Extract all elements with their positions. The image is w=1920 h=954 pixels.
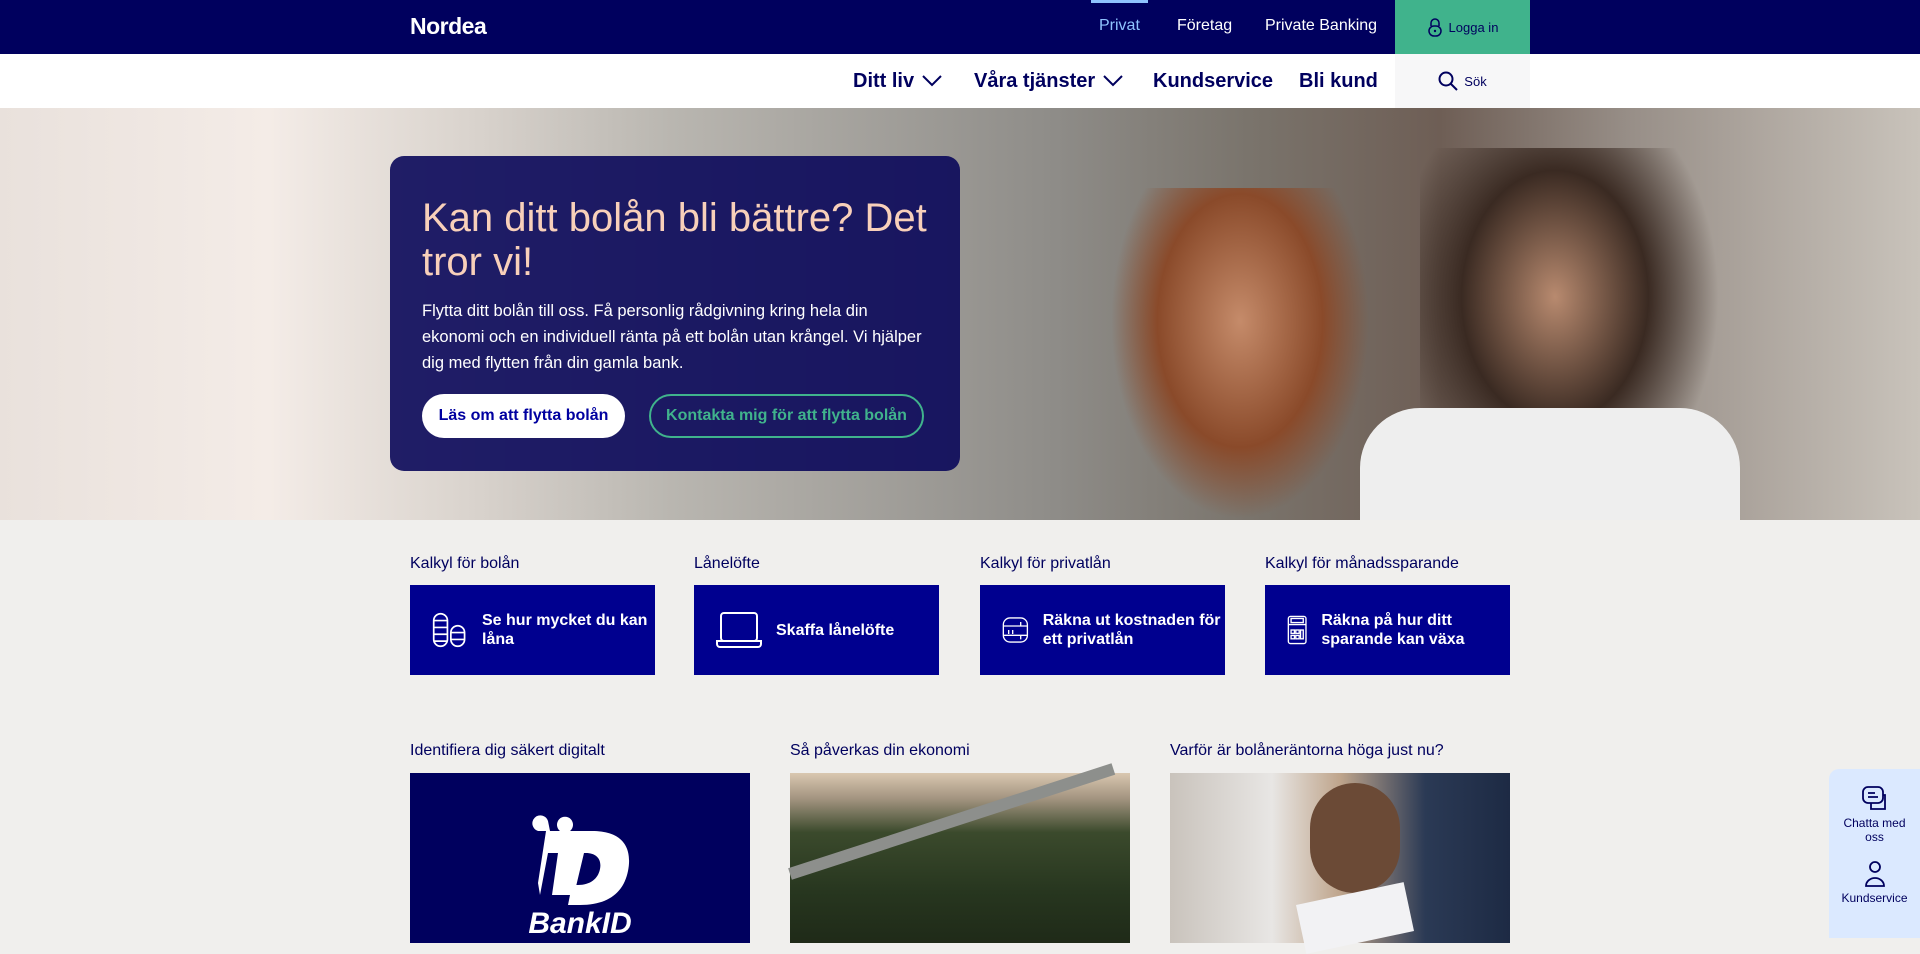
- nav-kundservice[interactable]: Kundservice: [1153, 54, 1273, 108]
- top-bar: Nordea Privat Företag Private Banking Lo…: [0, 0, 1920, 54]
- tool-tile-personal-loan-calc[interactable]: Räkna ut kostnaden för ett privatlån: [980, 585, 1225, 675]
- nav-ditt-liv[interactable]: Ditt liv: [853, 54, 942, 108]
- tool-tile-text: Se hur mycket du kan låna: [482, 612, 648, 648]
- chevron-down-icon: [1103, 75, 1123, 87]
- tool-label: Kalkyl för privatlån: [980, 555, 1111, 572]
- customer-service-label: Kundservice: [1841, 891, 1908, 905]
- tool-tile-mortgage-calc[interactable]: Se hur mycket du kan låna: [410, 585, 655, 675]
- highway-forest-image[interactable]: [788, 763, 1130, 943]
- coins-icon: [432, 612, 466, 648]
- article-mortgage-rates[interactable]: Varför är bolåneräntorna höga just nu?: [1170, 742, 1510, 954]
- search-icon: [1438, 71, 1459, 91]
- article-bankid[interactable]: Identifiera dig säkert digitalt BankID: [410, 742, 750, 943]
- hero-photo-shirt: [1360, 408, 1740, 520]
- hero-card: Kan ditt bolån bli bättre? Det tror vi! …: [390, 156, 960, 471]
- nordea-logo[interactable]: Nordea: [410, 13, 487, 40]
- login-label: Logga in: [1448, 19, 1499, 35]
- read-about-moving-mortgage-button[interactable]: Läs om att flytta bolån: [422, 394, 625, 438]
- hero-banner: [0, 108, 1920, 520]
- tool-tile-loan-promise[interactable]: Skaffa lånelöfte: [694, 585, 939, 675]
- nav-label: Ditt liv: [853, 70, 915, 92]
- search-button[interactable]: Sök: [1395, 54, 1530, 108]
- search-label: Sök: [1464, 73, 1487, 89]
- bridge-shape: [788, 763, 1116, 880]
- calculator-icon: [1287, 615, 1307, 645]
- nav-label: Våra tjänster: [974, 70, 1096, 92]
- worried-woman-image[interactable]: [1170, 773, 1510, 954]
- customer-service-button[interactable]: Kundservice: [1829, 844, 1920, 905]
- lock-icon: [1427, 18, 1442, 37]
- nav-vara-tjanster[interactable]: Våra tjänster: [974, 54, 1123, 108]
- article-label: Identifiera dig säkert digitalt: [410, 742, 605, 759]
- hero-body: Flytta ditt bolån till oss. Få personlig…: [422, 302, 922, 372]
- tool-label: Kalkyl för bolån: [410, 555, 520, 572]
- main-nav: Ditt liv Våra tjänster Kundservice Bli k…: [0, 54, 1920, 108]
- segment-private-banking[interactable]: Private Banking: [1265, 0, 1377, 54]
- article-label: Varför är bolåneräntorna höga just nu?: [1170, 742, 1444, 759]
- tool-label: Kalkyl för månadssparande: [1265, 555, 1459, 572]
- sliders-icon: [1002, 617, 1029, 643]
- chat-widget: Chatta med oss Kundservice: [1829, 769, 1920, 938]
- login-button[interactable]: Logga in: [1395, 0, 1530, 54]
- tool-column: Kalkyl för bolån Se hur mycket du kan lå…: [410, 555, 655, 675]
- chat-bubble-icon: [1861, 786, 1886, 810]
- article-label: Så påverkas din ekonomi: [790, 742, 970, 759]
- tool-column: Kalkyl för privatlån Räkna ut kostnaden …: [980, 555, 1225, 675]
- person-icon: [1864, 861, 1885, 887]
- tool-tile-savings-calc[interactable]: Räkna på hur ditt sparande kan växa: [1265, 585, 1510, 675]
- bankid-logo-image[interactable]: BankID: [410, 773, 750, 943]
- tool-label: Lånelöfte: [694, 555, 760, 572]
- hero-title: Kan ditt bolån bli bättre? Det tror vi!: [422, 196, 927, 284]
- woman-shape: [1310, 783, 1400, 893]
- segment-privat[interactable]: Privat: [1091, 0, 1148, 54]
- chevron-down-icon: [922, 75, 942, 87]
- tool-column: Lånelöfte Skaffa lånelöfte: [694, 555, 939, 675]
- tool-column: Kalkyl för månadssparande Räkna på hur d…: [1265, 555, 1510, 675]
- bankid-logo-text: BankID: [528, 907, 631, 940]
- segment-foretag[interactable]: Företag: [1177, 0, 1232, 54]
- nav-bli-kund[interactable]: Bli kund: [1299, 54, 1378, 108]
- chat-button[interactable]: Chatta med oss: [1829, 769, 1920, 844]
- laptop-icon: [716, 612, 762, 648]
- chat-label: Chatta med oss: [1843, 816, 1906, 844]
- paper-shape: [1296, 882, 1414, 954]
- tool-tile-text: Skaffa lånelöfte: [776, 621, 895, 639]
- tool-tile-text: Räkna ut kostnaden för ett privatlån: [1042, 612, 1221, 648]
- hero-photo-woman: [1110, 188, 1370, 520]
- article-economy[interactable]: Så påverkas din ekonomi: [788, 742, 1130, 943]
- contact-me-button[interactable]: Kontakta mig för att flytta bolån: [649, 394, 924, 438]
- tool-tile-text: Räkna på hur ditt sparande kan växa: [1321, 612, 1465, 648]
